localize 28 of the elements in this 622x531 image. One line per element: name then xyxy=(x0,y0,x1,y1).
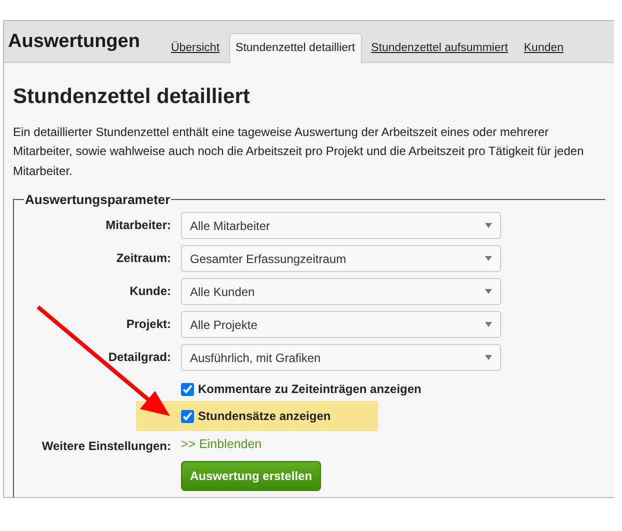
tab[interactable]: Stundenzettel aufsummiert xyxy=(364,32,515,62)
group-legend: Auswertungsparameter xyxy=(24,193,172,206)
select-field[interactable]: Alle Kunden xyxy=(181,278,501,305)
tab[interactable]: Stundenzettel detailliert xyxy=(228,32,362,63)
checkbox[interactable] xyxy=(181,410,194,422)
select-field[interactable]: Alle Projekte xyxy=(181,311,501,338)
field-label: Detailgrad: xyxy=(107,349,171,366)
select-field[interactable]: Gesamter Erfassungzeitraum xyxy=(181,245,501,272)
checkbox-label: Stundensätze anzeigen xyxy=(198,408,331,425)
caret-icon xyxy=(485,289,492,294)
caret-icon xyxy=(485,223,492,228)
tab[interactable]: Kunden xyxy=(516,32,571,62)
checkbox-label: Kommentare zu Zeiteinträgen anzeigen xyxy=(198,381,422,398)
checkbox[interactable] xyxy=(181,382,194,396)
heading: Stundenzettel detailliert xyxy=(13,84,251,110)
select-field[interactable]: Alle Mitarbeiter xyxy=(181,212,501,239)
field-label: Mitarbeiter: xyxy=(104,217,171,234)
caret-icon xyxy=(485,322,492,327)
field-label: Projekt: xyxy=(125,316,171,333)
select-field[interactable]: Ausführlich, mit Grafiken xyxy=(181,344,501,371)
caret-icon xyxy=(485,256,492,261)
field-label: Zeitraum: xyxy=(115,250,171,267)
caret-icon xyxy=(485,355,492,360)
field-label: Weitere Einstellungen: xyxy=(40,438,171,455)
field-label: Kunde: xyxy=(128,283,171,300)
page-title: Auswertungen xyxy=(8,30,140,54)
description-text: Ein detaillierter Stundenzettel enthält eine tageweise Auswertung der Arbeitszeit eines oder mehrerer Mitarbeiter, sowie wahlweise auch noch die Arbeitszeit pro Projekt und die Arbeitszeit pro Tätigkeit für jeden Mitarbeiter. xyxy=(13,124,585,180)
tab[interactable]: Übersicht xyxy=(164,32,227,62)
